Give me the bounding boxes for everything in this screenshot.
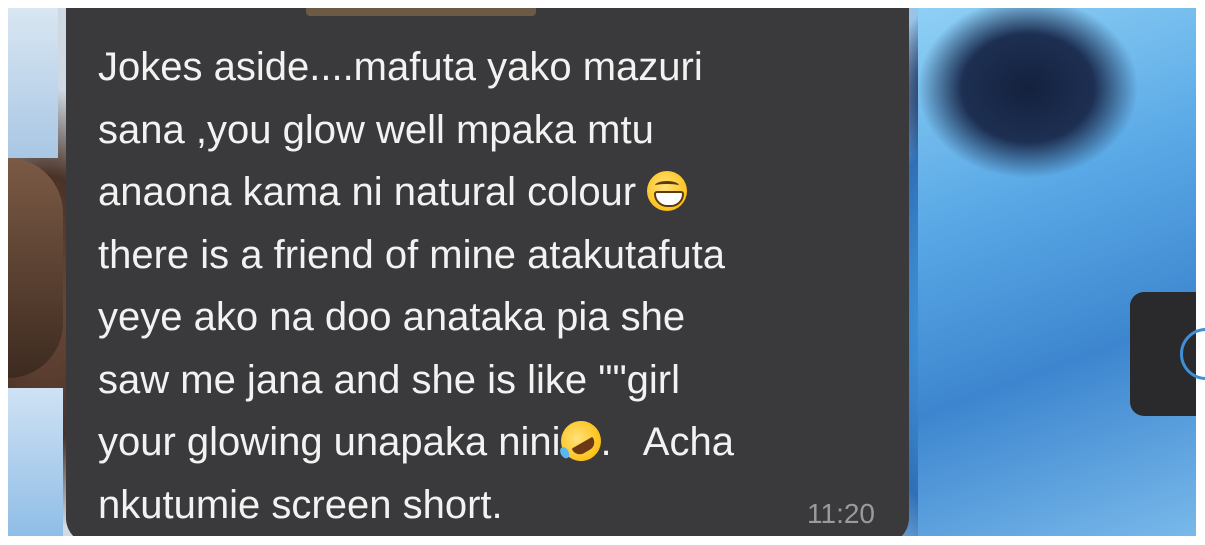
message-line: nkutumie screen short. (98, 482, 503, 527)
wallpaper-detail (8, 388, 63, 536)
quoted-media-thumbnail[interactable] (306, 8, 536, 16)
message-bubble[interactable]: Jokes aside....mafuta yako mazuri sana ,… (66, 8, 909, 536)
message-timestamp: 11:20 (807, 498, 875, 529)
wallpaper-detail (918, 8, 1196, 536)
screenshot-frame: Jokes aside....mafuta yako mazuri sana ,… (0, 0, 1205, 545)
message-text: Jokes aside....mafuta yako mazuri sana ,… (98, 36, 878, 536)
floating-action-button[interactable] (1130, 292, 1205, 416)
message-line: saw me jana and she is like ""girl (98, 357, 680, 402)
chat-wallpaper: Jokes aside....mafuta yako mazuri sana ,… (8, 8, 1196, 536)
message-line: there is a friend of mine atakutafuta (98, 232, 726, 277)
wallpaper-detail (8, 158, 63, 378)
message-line: your glowing unapaka nini (98, 420, 561, 464)
grinning-face-emoji-icon (647, 171, 688, 211)
message-line: anaona kama ni natural colour (98, 170, 648, 214)
message-line: . Acha (600, 420, 734, 464)
message-line: sana ,you glow well mpaka mtu (98, 107, 654, 152)
quoted-message-strip[interactable] (66, 8, 909, 22)
message-line: Jokes aside....mafuta yako mazuri (98, 45, 703, 89)
wallpaper-detail (8, 8, 58, 158)
circle-icon (1180, 328, 1205, 380)
message-line: yeye ako na doo anataka pia she (98, 295, 686, 339)
